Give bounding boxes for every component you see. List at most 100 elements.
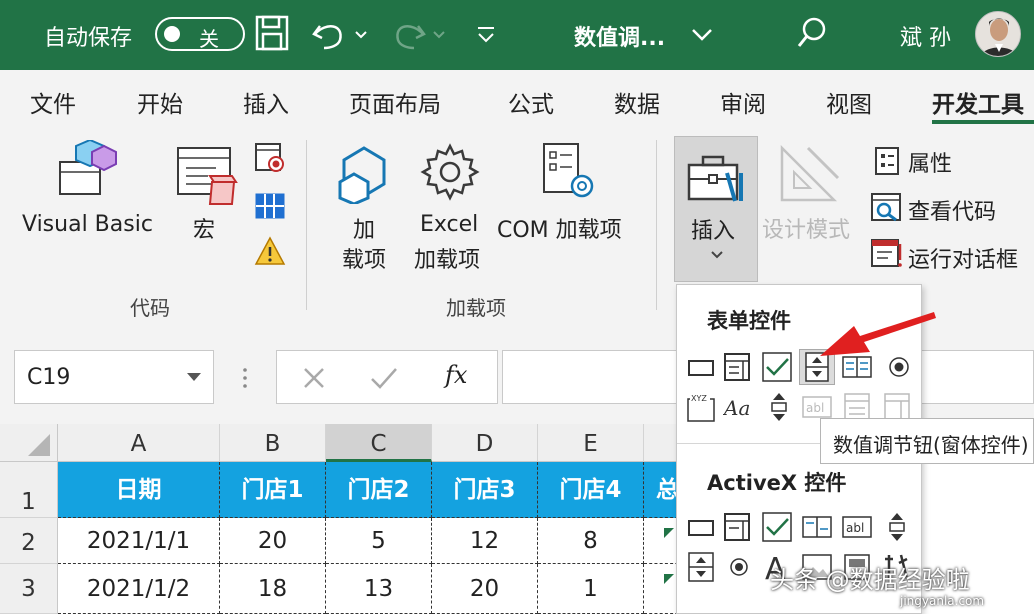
save-icon[interactable]: [254, 14, 290, 52]
activex-checkbox-icon[interactable]: [761, 511, 793, 543]
design-mode-icon: [780, 144, 840, 202]
table-cell[interactable]: 2021/1/1: [58, 518, 220, 564]
combo-box-icon[interactable]: [721, 351, 753, 383]
tab-data[interactable]: 数据: [614, 85, 660, 119]
table-cell[interactable]: 8: [538, 518, 644, 564]
table-header-cell[interactable]: 门店3: [432, 462, 538, 518]
tab-home[interactable]: 开始: [137, 85, 183, 119]
column-header-b[interactable]: B: [220, 424, 326, 462]
code-group-label: 代码: [130, 296, 170, 320]
column-header-d[interactable]: D: [432, 424, 538, 462]
avatar[interactable]: [975, 11, 1021, 57]
column-header-e[interactable]: E: [538, 424, 644, 462]
chevron-down-icon[interactable]: [690, 14, 714, 52]
svg-text:abl: abl: [806, 401, 824, 415]
name-box[interactable]: C19: [14, 350, 214, 404]
activex-combo-box-icon[interactable]: [721, 511, 753, 543]
chevron-down-icon[interactable]: [185, 369, 203, 385]
ribbon-tabs: 文件 开始 插入 页面布局 公式 数据 审阅 视图 开发工具: [0, 70, 1034, 128]
toggle-state: 关: [199, 27, 219, 51]
group-box-icon[interactable]: XYZ: [685, 391, 717, 423]
com-addins-icon: [543, 143, 594, 198]
table-header-cell[interactable]: 门店2: [326, 462, 432, 518]
properties-label: 属性: [908, 152, 953, 177]
table-cell[interactable]: 20: [220, 518, 326, 564]
table-header-cell[interactable]: 门店4: [538, 462, 644, 518]
cancel-icon[interactable]: [301, 365, 327, 391]
watermark-sub: jingyanla.com: [900, 594, 985, 608]
document-title[interactable]: 数值调...: [574, 20, 665, 52]
excel-addins-label-line2: 加载项: [414, 248, 481, 273]
table-cell[interactable]: 1: [538, 564, 644, 614]
more-options-icon[interactable]: [240, 366, 250, 392]
customize-toolbar-icon[interactable]: [474, 14, 498, 52]
cell-marker-icon: [663, 528, 674, 538]
watermark: 头条 @数据经验啦 jingyanla.com: [770, 560, 984, 608]
addins-label-line1: 加: [353, 218, 376, 243]
run-dialog-icon: [871, 239, 902, 267]
excel-addins-label-line1: Excel: [420, 212, 479, 237]
table-cell[interactable]: 20: [432, 564, 538, 614]
toolbox-icon: [687, 155, 743, 202]
row-header-1[interactable]: 1: [0, 462, 58, 518]
table-header-cell[interactable]: 门店1: [220, 462, 326, 518]
row-header-2[interactable]: 2: [0, 518, 58, 564]
visual-basic-icon: [59, 140, 117, 195]
table-header-cell[interactable]: 日期: [58, 462, 220, 518]
user-name: 斌 孙: [900, 26, 951, 51]
record-macro-icon[interactable]: [254, 142, 286, 174]
checkbox-icon[interactable]: [761, 351, 793, 383]
view-code-icon: [871, 193, 901, 222]
annotation-arrow-icon: [820, 312, 936, 356]
table-cell[interactable]: 2021/1/2: [58, 564, 220, 614]
table-cell[interactable]: 18: [220, 564, 326, 614]
search-icon[interactable]: [796, 14, 830, 52]
activex-scroll-bar-icon[interactable]: [881, 511, 913, 543]
undo-icon[interactable]: [310, 14, 370, 52]
activex-text-box-icon[interactable]: abl: [841, 511, 873, 543]
group-separator: [306, 140, 307, 310]
activex-button-icon[interactable]: [685, 511, 717, 543]
table-cell[interactable]: 5: [326, 518, 432, 564]
column-header-a[interactable]: A: [58, 424, 220, 462]
select-all-corner[interactable]: [0, 424, 58, 462]
svg-text:Aa: Aa: [723, 396, 750, 420]
button-control-icon[interactable]: [685, 351, 717, 383]
scroll-bar-icon[interactable]: [763, 391, 795, 423]
tab-formulas[interactable]: 公式: [508, 85, 554, 119]
activex-option-button-icon[interactable]: [723, 551, 755, 583]
svg-text:abl: abl: [846, 521, 864, 535]
group-separator: [656, 140, 657, 310]
autosave-label: 自动保存: [44, 26, 133, 51]
insert-controls-button[interactable]: 插入: [674, 136, 758, 282]
table-cell[interactable]: 13: [326, 564, 432, 614]
label-control-icon[interactable]: Aa: [723, 391, 755, 423]
tab-file[interactable]: 文件: [30, 85, 76, 119]
macro-label: 宏: [193, 218, 216, 243]
macro-security-icon[interactable]: [254, 236, 286, 268]
title-bar: 自动保存 关 数值调... 斌 孙: [0, 0, 1034, 70]
relative-reference-icon[interactable]: [254, 192, 286, 222]
addins-icon: [338, 146, 386, 204]
tab-developer[interactable]: 开发工具: [932, 85, 1024, 119]
column-header-c[interactable]: C: [326, 424, 432, 462]
design-mode-label: 设计模式: [762, 218, 851, 243]
tab-insert[interactable]: 插入: [243, 85, 289, 119]
activex-list-box-icon[interactable]: [801, 511, 833, 543]
toggle-knob: [164, 26, 180, 42]
watermark-text: 头条 @数据经验啦: [770, 566, 970, 594]
addins-group-label: 加载项: [446, 296, 506, 320]
visual-basic-label: Visual Basic: [22, 212, 153, 237]
redo-icon[interactable]: [392, 14, 452, 52]
insert-function-button[interactable]: fx: [445, 361, 467, 389]
activex-title: ActiveX 控件: [707, 471, 847, 495]
table-cell[interactable]: 12: [432, 518, 538, 564]
autosave-toggle[interactable]: 关: [155, 17, 245, 51]
cell-marker-icon: [663, 574, 674, 584]
row-header-3[interactable]: 3: [0, 564, 58, 614]
enter-icon[interactable]: [369, 365, 399, 391]
tab-view[interactable]: 视图: [826, 85, 872, 119]
activex-spin-button-icon[interactable]: [685, 551, 717, 583]
tab-page-layout[interactable]: 页面布局: [349, 85, 441, 119]
tab-review[interactable]: 审阅: [720, 85, 766, 119]
